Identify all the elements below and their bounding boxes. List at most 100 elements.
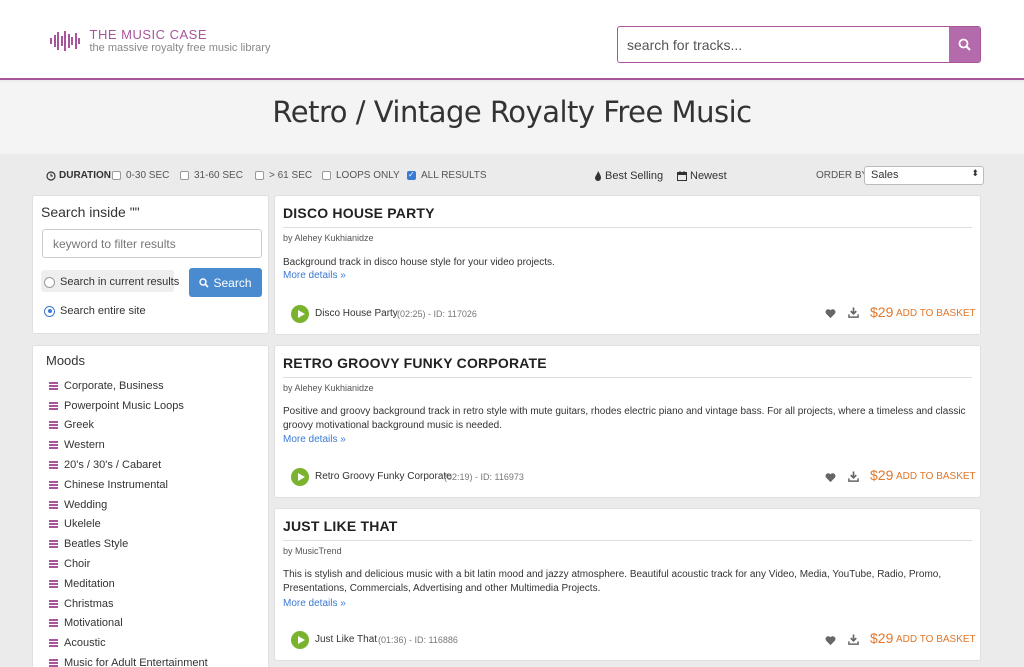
filter-61-plus[interactable]: > 61 SEC bbox=[255, 170, 312, 181]
mood-item[interactable]: 20's / 30's / Cabaret bbox=[49, 455, 208, 475]
mood-item[interactable]: Wedding bbox=[49, 495, 208, 515]
track-description: This is stylish and delicious music with… bbox=[283, 569, 942, 594]
more-details-link[interactable]: More details » bbox=[283, 434, 346, 445]
checkbox[interactable] bbox=[322, 171, 331, 180]
order-by-label: ORDER BY: bbox=[816, 170, 871, 181]
track-title[interactable]: JUST LIKE THAT bbox=[283, 518, 398, 534]
mood-item[interactable]: Christmas bbox=[49, 594, 208, 614]
search-icon bbox=[199, 277, 210, 288]
track-search bbox=[617, 26, 981, 63]
site-logo[interactable]: THE MUSIC CASE the massive royalty free … bbox=[50, 28, 270, 55]
mood-item[interactable]: Greek bbox=[49, 416, 208, 436]
play-button[interactable] bbox=[291, 631, 309, 649]
list-icon bbox=[49, 560, 58, 569]
track-author[interactable]: by Alehey Kukhianidze bbox=[283, 233, 374, 243]
filter-bar: DURATION: 0-30 SEC 31-60 SEC > 61 SEC LO… bbox=[0, 166, 1024, 188]
site-header: THE MUSIC CASE the massive royalty free … bbox=[0, 0, 1024, 80]
track-price: $29 bbox=[870, 630, 894, 646]
download-icon[interactable] bbox=[848, 634, 859, 645]
moods-title: Moods bbox=[46, 353, 86, 368]
more-details-link[interactable]: More details » bbox=[283, 270, 346, 281]
track-description: Positive and groovy background track in … bbox=[283, 406, 966, 431]
track-meta: (02:19) - ID: 116973 bbox=[444, 472, 524, 482]
filter-0-30[interactable]: 0-30 SEC bbox=[112, 170, 169, 181]
list-icon bbox=[49, 659, 58, 667]
heart-icon[interactable] bbox=[825, 635, 836, 646]
mood-item[interactable]: Ukelele bbox=[49, 515, 208, 535]
search-inside-title: Search inside "" bbox=[41, 204, 140, 220]
logo-title: THE MUSIC CASE bbox=[89, 27, 208, 42]
moods-list: Corporate, Business Powerpoint Music Loo… bbox=[49, 376, 208, 667]
order-by-select[interactable]: Sales ⬍ bbox=[864, 166, 984, 185]
track-name: Just Like That bbox=[315, 634, 378, 645]
list-icon bbox=[49, 401, 58, 410]
track-author[interactable]: by Alehey Kukhianidze bbox=[283, 383, 374, 393]
radio-button[interactable] bbox=[44, 276, 55, 288]
track-price: $29 bbox=[870, 304, 894, 320]
radio-button[interactable] bbox=[44, 305, 55, 317]
track-card: DISCO HOUSE PARTY by Alehey Kukhianidze … bbox=[274, 195, 981, 335]
filter-31-60[interactable]: 31-60 SEC bbox=[180, 170, 243, 181]
track-author[interactable]: by MusicTrend bbox=[283, 546, 342, 556]
search-icon bbox=[958, 38, 971, 51]
divider bbox=[283, 540, 972, 541]
mood-item[interactable]: Acoustic bbox=[49, 633, 208, 653]
add-to-basket-button[interactable]: ADD TO BASKET bbox=[896, 471, 976, 482]
filter-loops-only[interactable]: LOOPS ONLY bbox=[322, 170, 400, 181]
track-title[interactable]: DISCO HOUSE PARTY bbox=[283, 205, 435, 221]
list-icon bbox=[49, 441, 58, 450]
list-icon bbox=[49, 540, 58, 549]
checkbox[interactable] bbox=[255, 171, 264, 180]
search-entire-site-option[interactable]: Search entire site bbox=[44, 305, 146, 317]
sort-newest[interactable]: Newest bbox=[677, 170, 727, 182]
download-icon[interactable] bbox=[848, 307, 859, 318]
keyword-filter-input[interactable] bbox=[42, 229, 262, 258]
list-icon bbox=[49, 639, 58, 648]
filter-all-results[interactable]: ALL RESULTS bbox=[407, 170, 487, 181]
track-card: JUST LIKE THAT by MusicTrend This is sty… bbox=[274, 508, 981, 661]
mood-item[interactable]: Music for Adult Entertainment bbox=[49, 653, 208, 667]
logo-subtitle: the massive royalty free music library bbox=[89, 42, 271, 54]
add-to-basket-button[interactable]: ADD TO BASKET bbox=[896, 634, 976, 645]
track-description: Background track in disco house style fo… bbox=[283, 257, 555, 268]
mood-item[interactable]: Choir bbox=[49, 554, 208, 574]
mood-item[interactable]: Beatles Style bbox=[49, 534, 208, 554]
divider bbox=[283, 377, 972, 378]
duration-filter-label: DURATION: bbox=[46, 170, 114, 181]
checkbox[interactable] bbox=[112, 171, 121, 180]
more-details-link[interactable]: More details » bbox=[283, 598, 346, 609]
search-current-results-option[interactable]: Search in current results bbox=[44, 276, 179, 288]
download-icon[interactable] bbox=[848, 471, 859, 482]
search-button[interactable] bbox=[949, 27, 980, 62]
play-button[interactable] bbox=[291, 468, 309, 486]
mood-item[interactable]: Powerpoint Music Loops bbox=[49, 396, 208, 416]
page-title: Retro / Vintage Royalty Free Music bbox=[272, 95, 752, 129]
checkbox[interactable] bbox=[180, 171, 189, 180]
sort-best-selling[interactable]: Best Selling bbox=[594, 170, 663, 182]
add-to-basket-button[interactable]: ADD TO BASKET bbox=[896, 308, 976, 319]
search-inside-button[interactable]: Search bbox=[189, 268, 262, 297]
heart-icon[interactable] bbox=[825, 472, 836, 483]
mood-item[interactable]: Corporate, Business bbox=[49, 376, 208, 396]
play-button[interactable] bbox=[291, 305, 309, 323]
track-title[interactable]: RETRO GROOVY FUNKY CORPORATE bbox=[283, 355, 547, 371]
list-icon bbox=[49, 579, 58, 588]
track-card: RETRO GROOVY FUNKY CORPORATE by Alehey K… bbox=[274, 345, 981, 498]
checkbox[interactable] bbox=[407, 170, 416, 180]
mood-item[interactable]: Meditation bbox=[49, 574, 208, 594]
search-inside-panel: Search inside "" Search in current resul… bbox=[32, 195, 269, 334]
mood-item[interactable]: Western bbox=[49, 435, 208, 455]
heart-icon[interactable] bbox=[825, 308, 836, 319]
track-search-input[interactable] bbox=[618, 27, 949, 62]
mood-item[interactable]: Chinese Instrumental bbox=[49, 475, 208, 495]
moods-panel: Moods Corporate, Business Powerpoint Mus… bbox=[32, 345, 269, 667]
track-price: $29 bbox=[870, 467, 894, 483]
track-meta: (01:36) - ID: 116886 bbox=[378, 635, 458, 645]
waveform-icon bbox=[50, 30, 82, 52]
list-icon bbox=[49, 480, 58, 489]
mood-item[interactable]: Motivational bbox=[49, 614, 208, 634]
calendar-icon bbox=[677, 171, 687, 181]
track-name: Disco House Party bbox=[315, 308, 398, 319]
list-icon bbox=[49, 619, 58, 628]
list-icon bbox=[49, 381, 58, 390]
